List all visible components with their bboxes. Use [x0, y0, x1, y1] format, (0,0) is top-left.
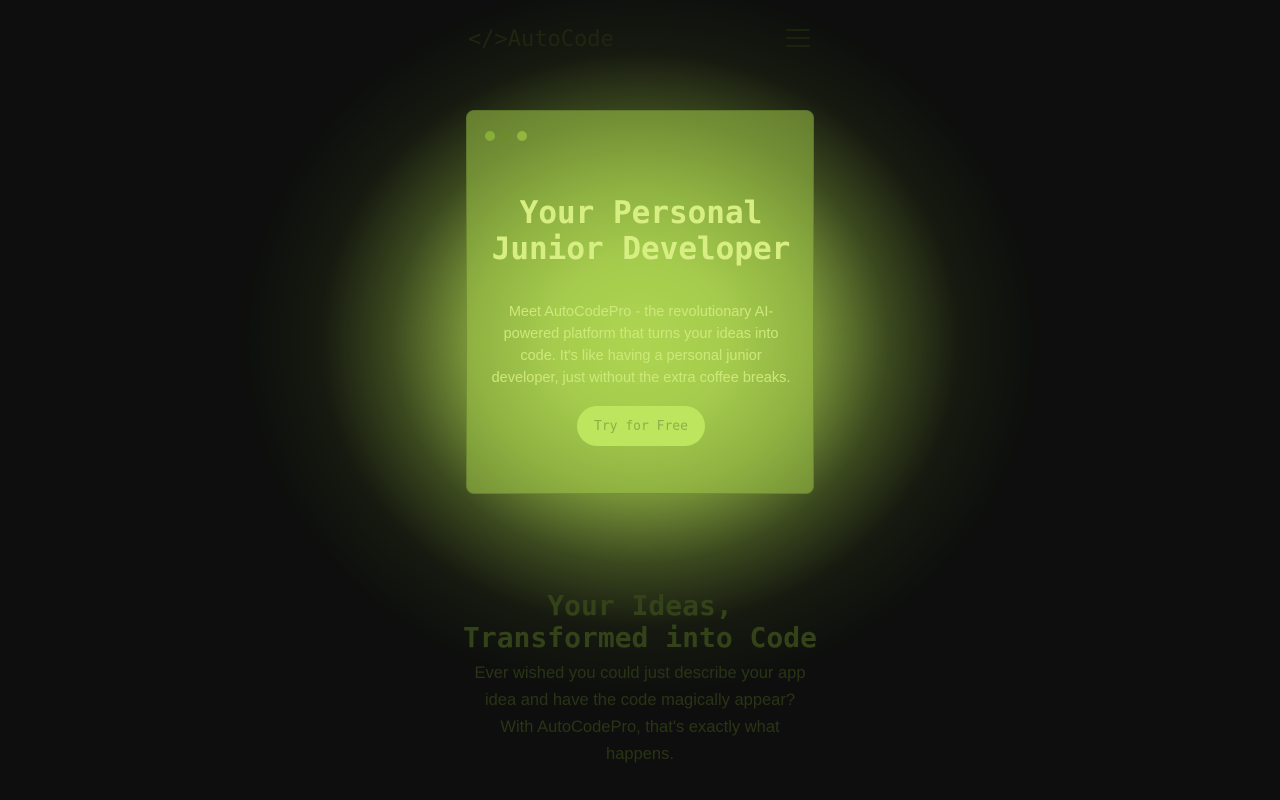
hero-title-line2: Junior Developer [491, 231, 791, 267]
features-title: Your Ideas, Transformed into Code [460, 590, 820, 654]
menu-line [786, 29, 810, 31]
logo[interactable]: </>AutoCode [468, 24, 614, 56]
features-section: Your Ideas, Transformed into Code Ever w… [460, 590, 820, 768]
hero-description: Meet AutoCodePro - the revolutionary AI-… [491, 304, 791, 386]
window-dot-red [485, 131, 495, 141]
features-title-line1: Your Ideas, [547, 589, 733, 622]
menu-line [786, 37, 810, 39]
hero-card: Your Personal Junior Developer Meet Auto… [466, 110, 814, 494]
features-description: Ever wished you could just describe your… [474, 664, 806, 763]
window-dot-yellow [501, 131, 511, 141]
hero-title: Your Personal Junior Developer [467, 195, 815, 267]
top-nav: </>AutoCode [468, 24, 812, 56]
hamburger-menu-icon[interactable] [786, 29, 810, 51]
menu-line [786, 45, 810, 47]
hero-title-line1: Your Personal [519, 195, 763, 231]
try-for-free-button[interactable]: Try for Free [577, 406, 705, 446]
window-dot-green [517, 131, 527, 141]
features-title-line2: Transformed into Code [462, 621, 817, 654]
